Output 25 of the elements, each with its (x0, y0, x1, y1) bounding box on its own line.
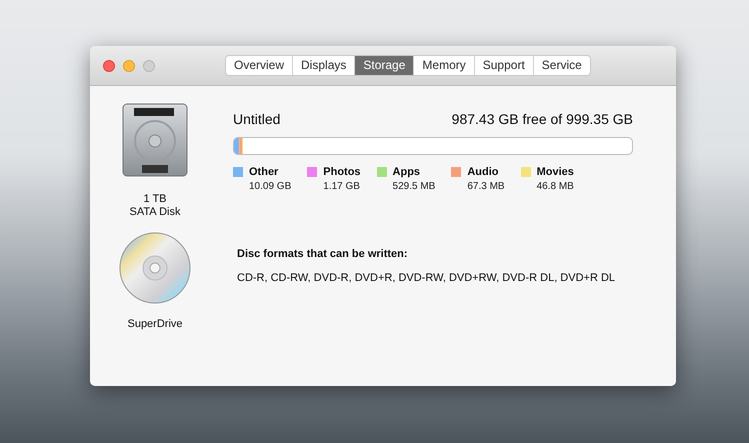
legend-label: Movies (536, 166, 574, 178)
minimize-button[interactable] (123, 60, 135, 72)
category-size: 10.09 GB (249, 181, 292, 192)
disc-formats-list: CD-R, CD-RW, DVD-R, DVD+R, DVD-RW, DVD+RW, DVD-R DL, DVD+R DL (237, 272, 633, 284)
tab[interactable]: Service (532, 56, 590, 75)
category-size: 46.8 MB (536, 181, 574, 192)
legend-label: Audio (467, 166, 499, 178)
category-size: 67.3 MB (467, 181, 505, 192)
tab[interactable]: Overview (226, 56, 292, 75)
legend-label: Apps (392, 166, 420, 178)
category-size: 529.5 MB (392, 181, 436, 192)
disk-label: 1 TB SATA Disk (130, 193, 180, 219)
tab[interactable]: Support (474, 56, 533, 75)
free-space-text: 987.43 GB free of 999.35 GB (452, 111, 633, 127)
category-size: 1.17 GB (323, 181, 361, 192)
disc-formats-heading: Disc formats that can be written: (237, 248, 409, 260)
close-button[interactable] (103, 60, 115, 72)
tab[interactable]: Storage (354, 56, 414, 75)
drive-label: SuperDrive (127, 318, 183, 331)
tab[interactable]: Memory (413, 56, 474, 75)
legend-label: Other (249, 166, 278, 178)
legend-label: Photos (323, 166, 361, 178)
volume-name: Untitled (233, 111, 280, 127)
zoom-button[interactable] (143, 60, 155, 72)
disc-icon (119, 232, 191, 304)
